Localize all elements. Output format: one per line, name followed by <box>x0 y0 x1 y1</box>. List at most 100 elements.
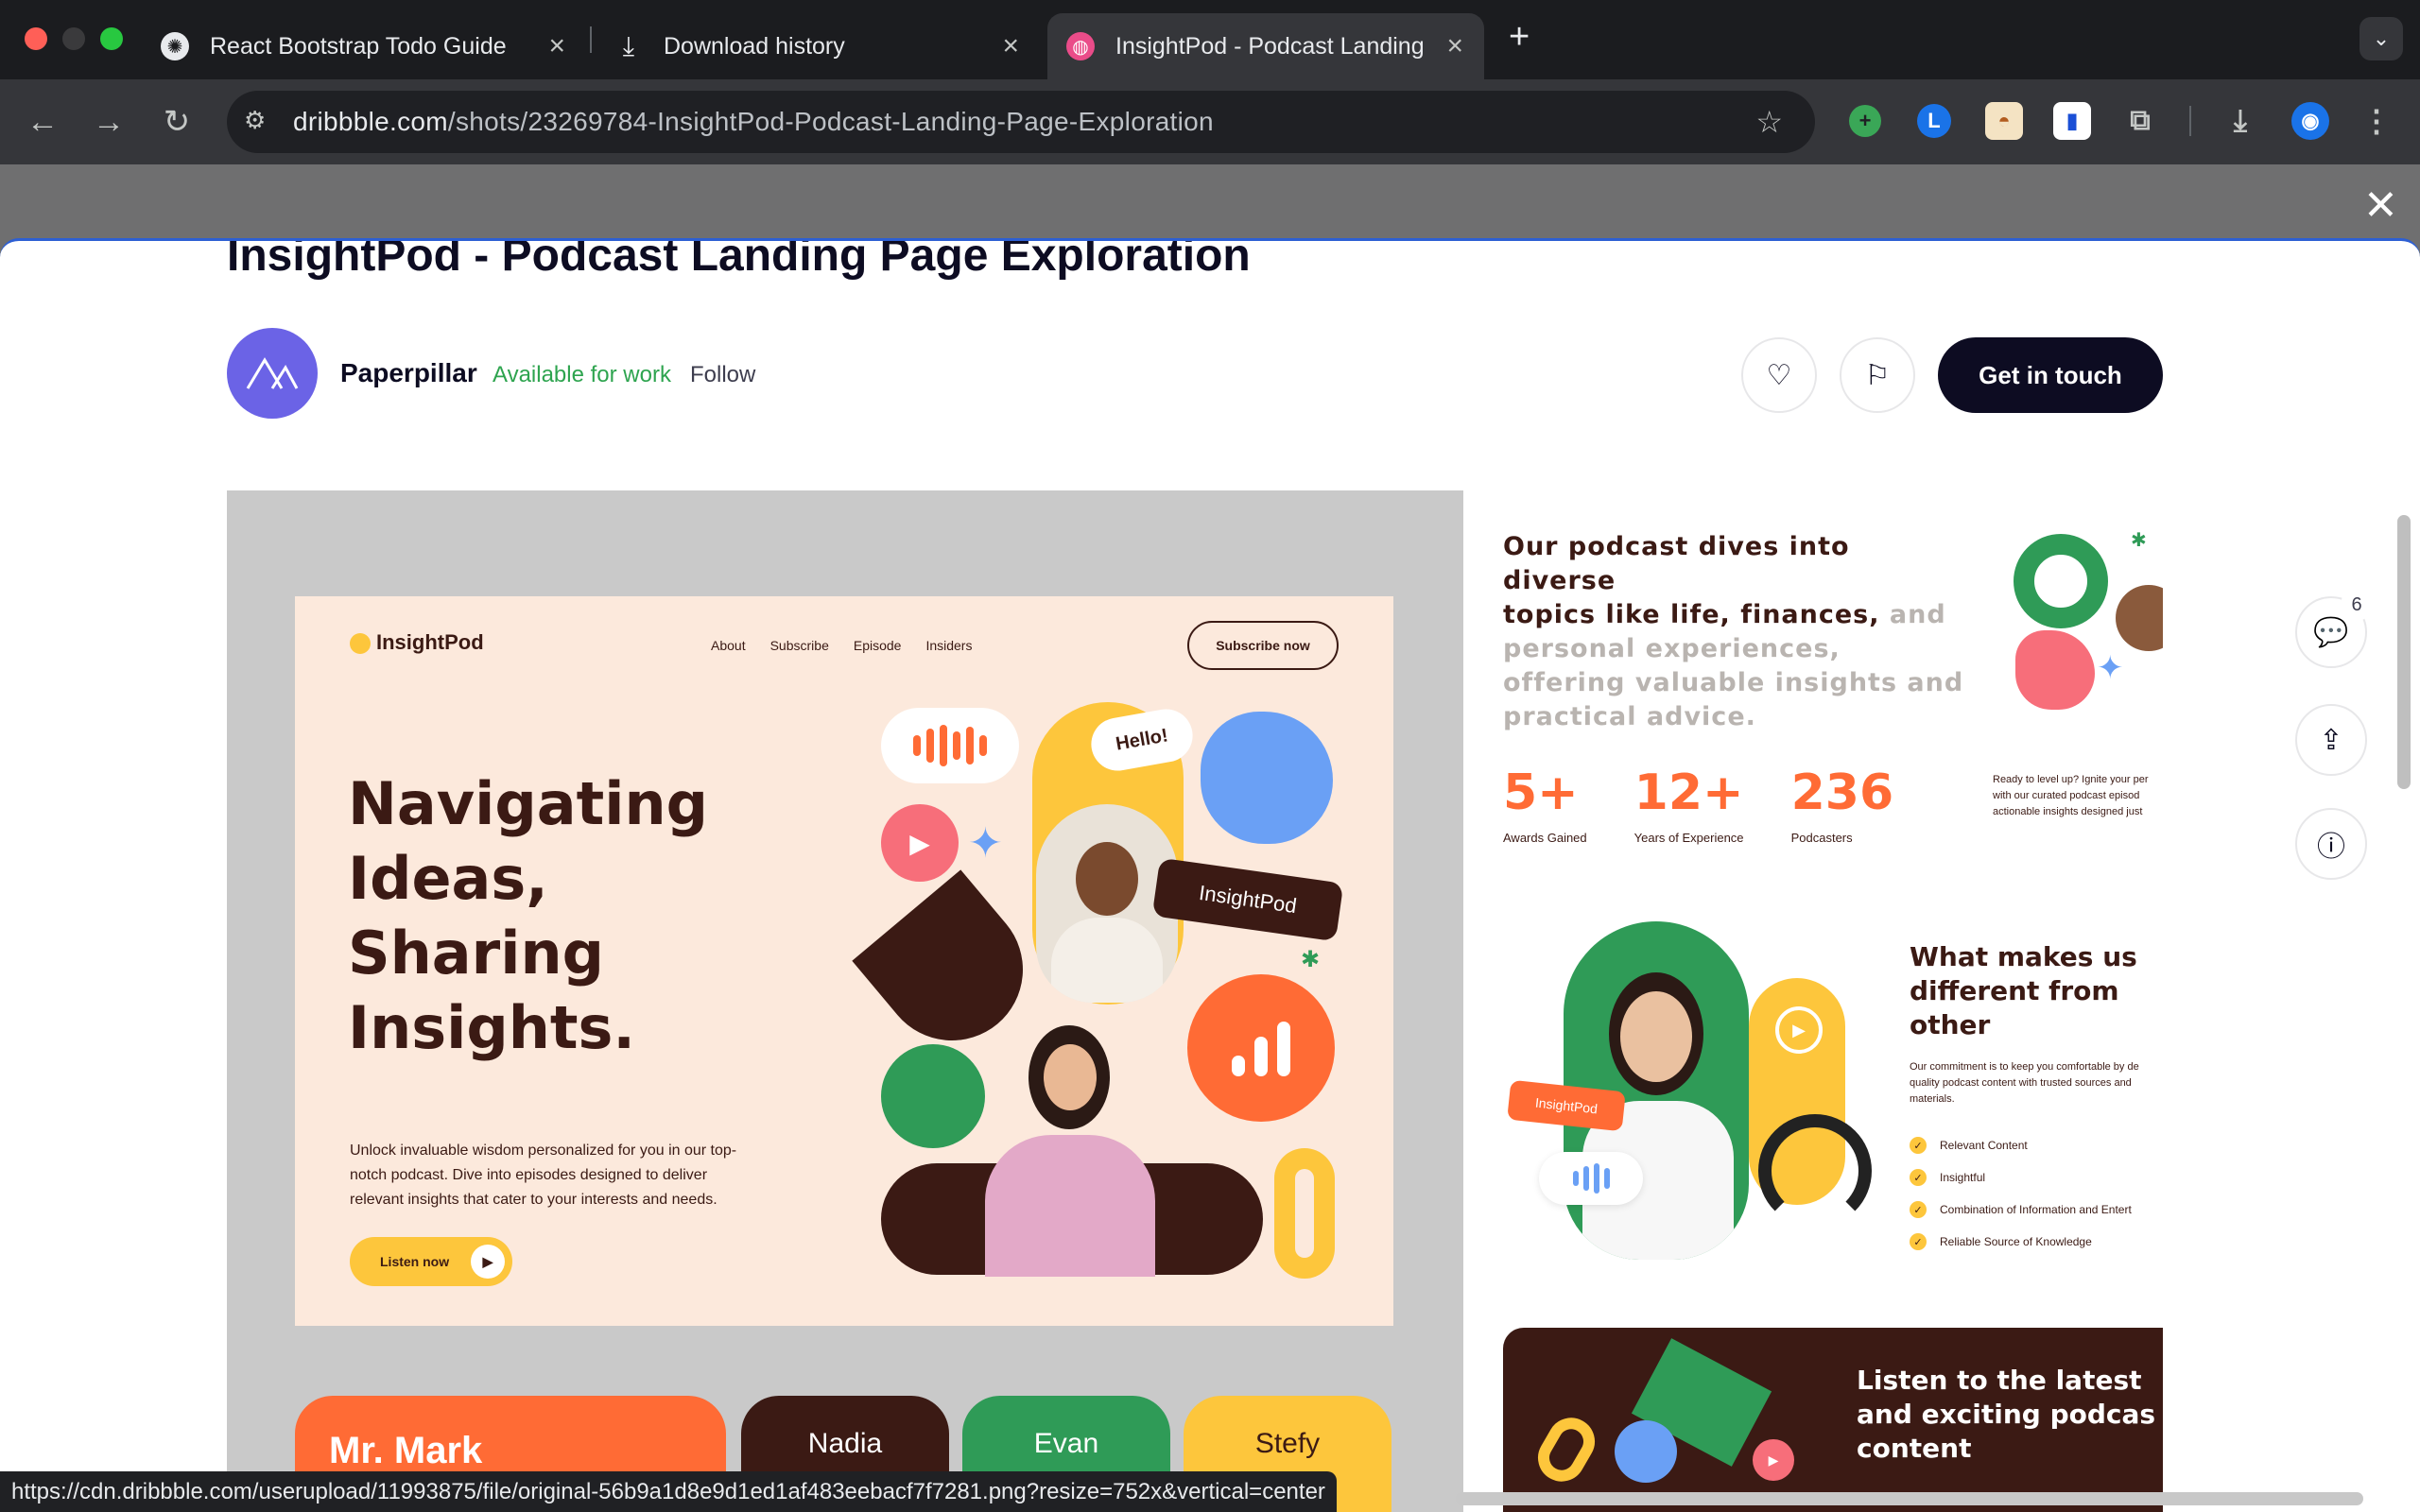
mock-nav-item: Subscribe <box>769 638 829 653</box>
body-line: relevant insights that cater to your int… <box>350 1192 717 1208</box>
diff-title-line: other <box>1910 1009 1991 1040</box>
tab-divider <box>590 26 592 53</box>
extension-fox-icon[interactable]: ◓ <box>1985 102 2023 140</box>
stat: 12+ Years of Experience <box>1634 765 1744 845</box>
diff-item: ✓ Relevant Content <box>1910 1129 2132 1161</box>
podcaster-avatar <box>2116 585 2163 651</box>
bookmark-icon: ⚐ <box>1864 359 1891 391</box>
extension-plus-icon[interactable]: + <box>1849 105 1881 137</box>
diff-list: ✓ Relevant Content ✓ Insightful ✓ Combinati… <box>1910 1129 2132 1258</box>
extensions-puzzle-icon[interactable]: ⧉ <box>2121 102 2159 140</box>
tab-search-button[interactable]: ⌄ <box>2360 17 2403 60</box>
close-icon[interactable]: × <box>1446 30 1463 62</box>
bookmark-star-icon[interactable]: ☆ <box>1755 104 1783 140</box>
mock-logo: InsightPod <box>350 630 484 655</box>
reload-button[interactable]: ↻ <box>153 98 200 146</box>
tab-insightpod[interactable]: ◍ InsightPod - Podcast Landing × <box>1047 13 1484 79</box>
close-modal-button[interactable]: ✕ <box>2363 181 2398 230</box>
check-icon: ✓ <box>1910 1201 1927 1218</box>
yellow-ring-pill <box>1274 1148 1335 1279</box>
stat-label: Podcasters <box>1790 831 1853 845</box>
listen-title-line: content <box>1857 1433 1972 1464</box>
horizontal-scrollbar[interactable] <box>1456 1492 2363 1505</box>
stat-value: 12+ <box>1634 765 1744 821</box>
info-button[interactable]: ⓘ <box>2295 808 2367 880</box>
card-name: Mr. Mark <box>329 1430 483 1471</box>
comments-button[interactable]: 💬 6 <box>2295 589 2373 668</box>
stat-value: 236 <box>1790 765 1894 821</box>
close-window-button[interactable] <box>25 27 47 50</box>
maximize-window-button[interactable] <box>100 27 123 50</box>
forward-button[interactable]: → <box>85 98 132 146</box>
extension-l-icon[interactable]: L <box>1917 104 1951 138</box>
pink-play-circle: ▶ <box>881 804 959 882</box>
comment-icon: 💬 <box>2313 616 2349 648</box>
close-icon[interactable]: × <box>548 30 565 62</box>
play-icon: ▶ <box>471 1245 505 1279</box>
back-button[interactable]: ← <box>19 98 66 146</box>
avatar[interactable] <box>227 328 318 419</box>
yellow-ring <box>1529 1409 1604 1490</box>
shot-image-right[interactable]: Our podcast dives into diverse topics li… <box>1463 490 2163 1512</box>
diff-title-line: What makes us <box>1910 941 2137 972</box>
stat-label: Awards Gained <box>1503 831 1587 845</box>
shot-image-left[interactable]: InsightPod About Subscribe Episode Insid… <box>227 490 1463 1512</box>
play-icon: ▶ <box>1775 1006 1823 1054</box>
heart-icon: ♡ <box>1766 359 1792 391</box>
diff-item: ✓ Reliable Source of Knowledge <box>1910 1226 2132 1258</box>
share-icon: ⇪ <box>2319 724 2343 756</box>
page-title: InsightPod - Podcast Landing Page Explor… <box>227 238 1251 281</box>
close-icon[interactable]: × <box>1002 30 1019 62</box>
tab-download-history[interactable]: ⤓ Download history × <box>596 13 1040 79</box>
body-line: Unlock invaluable wisdom personalized fo… <box>350 1143 737 1159</box>
save-button[interactable]: ⚐ <box>1840 337 1915 413</box>
tab-react-bootstrap[interactable]: ✺ React Bootstrap Todo Guide × <box>142 13 586 79</box>
mock-logo-text: InsightPod <box>376 630 484 654</box>
waveform-bubble <box>1539 1152 1643 1205</box>
dribbble-icon: ◍ <box>1066 32 1095 60</box>
blue-star-icon: ✦ <box>2097 650 2124 686</box>
green-star-icon: ✱ <box>1301 947 1321 972</box>
vertical-scrollbar[interactable] <box>2397 515 2411 789</box>
new-tab-button[interactable]: + <box>1509 17 1530 58</box>
like-button[interactable]: ♡ <box>1741 337 1817 413</box>
mock-subscribe-button: Subscribe now <box>1187 621 1339 670</box>
url-text[interactable]: dribbble.com/shots/23269784-InsightPod-P… <box>293 107 1214 137</box>
extension-flag-icon[interactable]: ▮ <box>2053 102 2091 140</box>
headline-line: Ideas, <box>348 844 548 913</box>
follow-button[interactable]: Follow <box>690 362 755 388</box>
diff-item-label: Insightful <box>1940 1171 1986 1184</box>
minimize-window-button[interactable] <box>62 27 85 50</box>
diff-item: ✓ Combination of Information and Entert <box>1910 1194 2132 1226</box>
intro-and: and <box>1889 600 1946 629</box>
diff-item-label: Relevant Content <box>1940 1139 2028 1152</box>
download-icon[interactable]: ⤓ <box>2221 102 2259 140</box>
address-bar[interactable]: ⚙ dribbble.com/shots/23269784-InsightPod… <box>227 91 1815 153</box>
hero-mockup: InsightPod About Subscribe Episode Insid… <box>295 596 1393 1326</box>
mock-nav-item: Episode <box>853 638 902 653</box>
get-in-touch-button[interactable]: Get in touch <box>1938 337 2163 413</box>
listen-title-line: and exciting podcas <box>1857 1399 2156 1430</box>
headphones-icon <box>1758 1114 1872 1228</box>
mock-nav-item: Insiders <box>925 638 973 653</box>
profile-avatar-icon[interactable]: ◉ <box>2291 102 2329 140</box>
blue-star-icon: ✦ <box>968 820 1003 867</box>
share-button[interactable]: ⇪ <box>2295 704 2367 776</box>
diff-title: What makes us different from other <box>1910 940 2137 1042</box>
menu-kebab-icon[interactable]: ⋮ <box>2358 102 2395 140</box>
diff-body-line: Our commitment is to keep you comfortabl… <box>1910 1061 2139 1073</box>
url-path: /shots/23269784-InsightPod-Podcast-Landi… <box>447 107 1214 136</box>
browser-chrome: ✺ React Bootstrap Todo Guide × ⤓ Downloa… <box>0 0 2420 164</box>
waveform-bubble <box>881 708 1019 783</box>
comment-count: 6 <box>2341 589 2373 621</box>
site-settings-icon[interactable]: ⚙ <box>244 106 266 135</box>
card-name: Nadia <box>807 1428 883 1459</box>
diff-body-line: materials. <box>1910 1093 1955 1105</box>
stats-note: Ready to level up? Ignite your per with … <box>1993 772 2149 820</box>
availability-label[interactable]: Available for work <box>493 362 671 388</box>
author-name[interactable]: Paperpillar <box>340 358 477 388</box>
headline-line: Insights. <box>348 993 635 1062</box>
blue-blob <box>1201 712 1333 844</box>
green-star-icon: ✱ <box>2131 530 2147 551</box>
card-name: Evan <box>1033 1428 1099 1459</box>
